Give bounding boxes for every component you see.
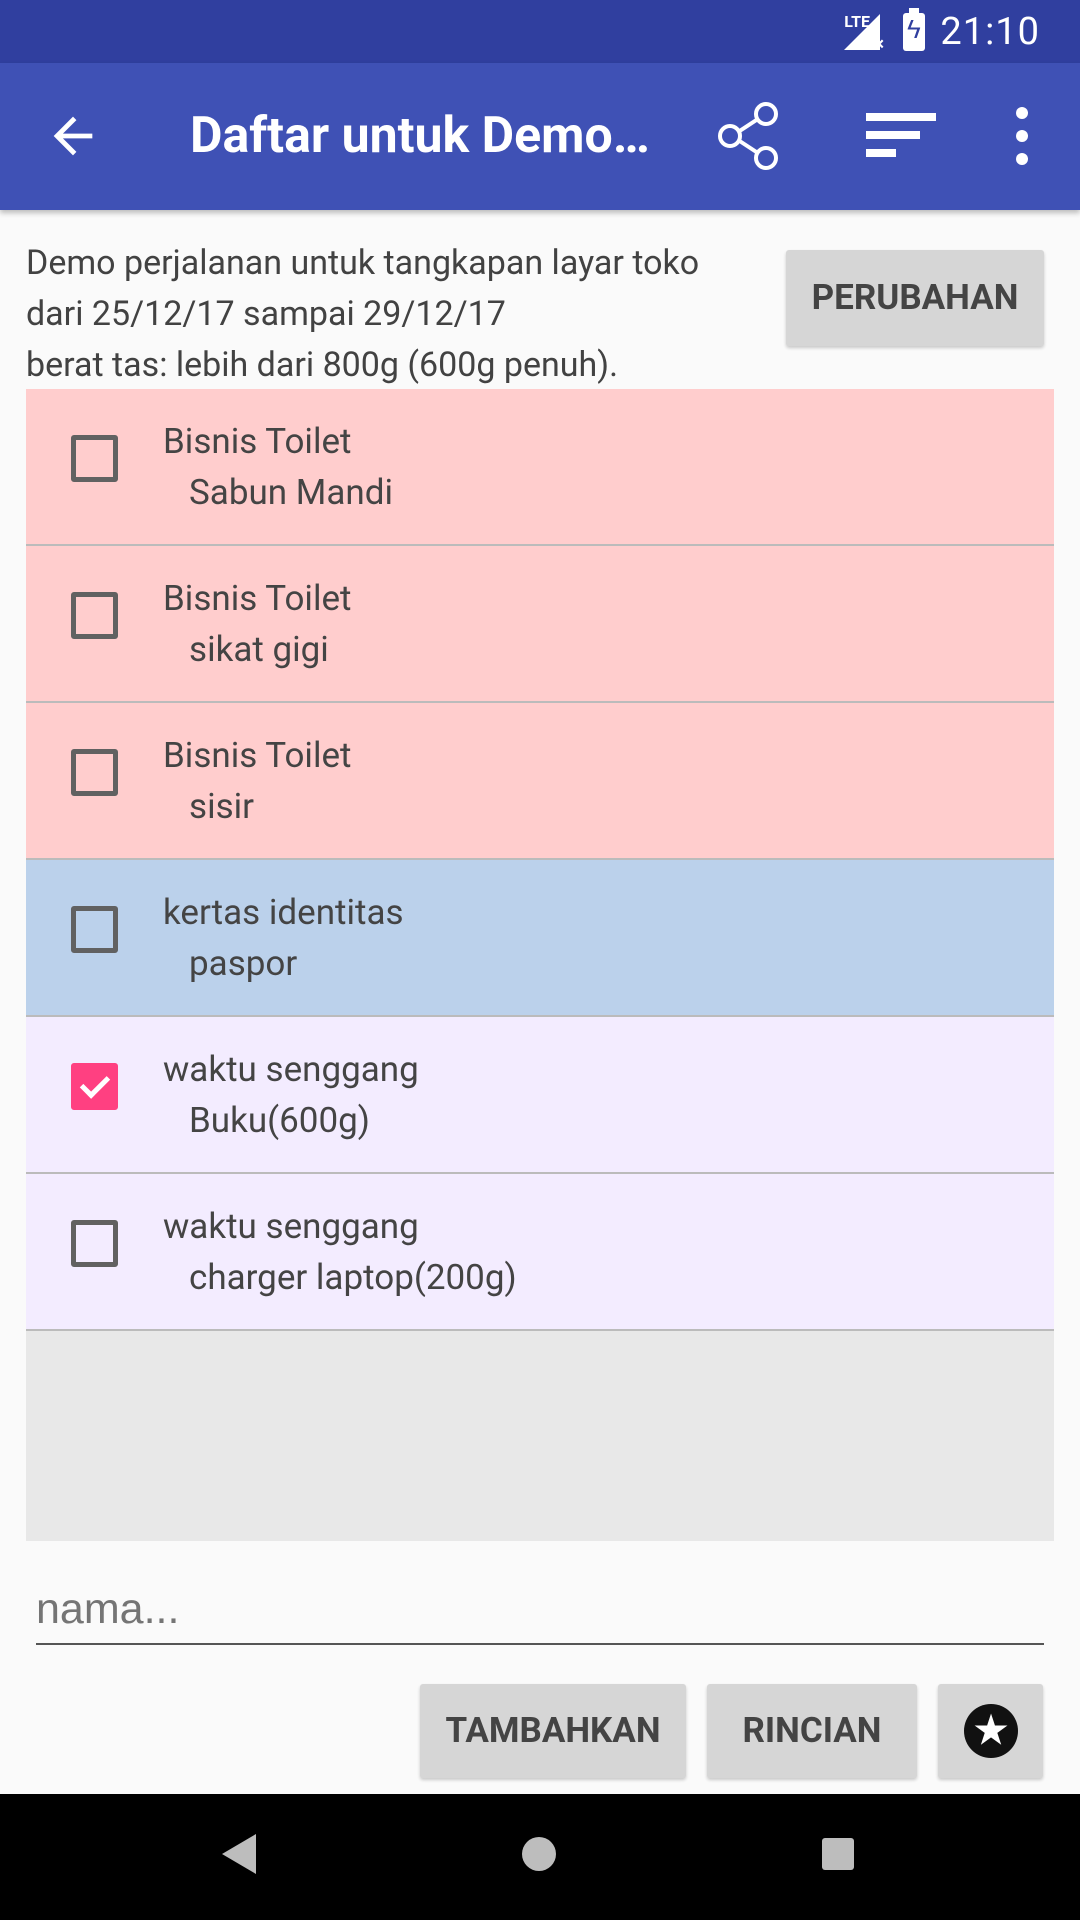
description-line: Demo perjalanan untuk tangkapan layar to… [26, 243, 700, 283]
item-name: Buku(600g) [189, 1100, 370, 1141]
page-title: Daftar untuk Demo perjalanan untuk tangk… [190, 107, 650, 165]
list-item[interactable]: Bisnis Toilet sisir [26, 703, 1054, 860]
add-button[interactable]: TAMBAHKAN [420, 1684, 686, 1778]
details-button[interactable]: RINCIAN [707, 1684, 917, 1778]
item-name: charger laptop(200g) [189, 1257, 517, 1298]
item-checkbox[interactable] [71, 749, 118, 796]
item-checkbox[interactable] [71, 906, 118, 953]
name-input[interactable] [36, 1575, 1044, 1645]
share-icon[interactable] [712, 101, 782, 171]
description-line: dari 25/12/17 sampai 29/12/17 [26, 294, 506, 334]
star-icon: ★ [964, 1704, 1018, 1758]
item-checkbox[interactable] [71, 1220, 118, 1267]
change-button[interactable]: PERUBAHAN [786, 250, 1044, 346]
item-name: sisir [189, 786, 255, 827]
back-arrow-icon[interactable] [44, 107, 102, 165]
battery-charging-icon: ϟ [903, 8, 925, 51]
list-item[interactable]: Bisnis Toilet Sabun Mandi [26, 389, 1054, 546]
item-name: sikat gigi [189, 629, 329, 670]
nav-recents-icon[interactable] [822, 1838, 854, 1870]
nav-home-icon[interactable] [522, 1837, 556, 1871]
nav-back-icon[interactable] [222, 1834, 256, 1874]
sort-icon[interactable] [860, 107, 940, 167]
no-signal-x-icon: × [874, 34, 884, 55]
favorite-button[interactable]: ★ [938, 1684, 1043, 1778]
item-category: Bisnis Toilet [163, 735, 352, 776]
item-checkbox-checked[interactable] [71, 1063, 118, 1110]
list-description: Demo perjalanan untuk tangkapan layar to… [26, 238, 766, 391]
item-category: kertas identitas [163, 892, 404, 933]
list-item[interactable]: kertas identitas paspor [26, 860, 1054, 1017]
description-line: berat tas: lebih dari 800g (600g penuh). [26, 345, 619, 385]
app-bar: Daftar untuk Demo perjalanan untuk tangk… [0, 63, 1080, 210]
packing-list: Bisnis Toilet Sabun Mandi Bisnis Toilet … [26, 389, 1054, 1541]
item-checkbox[interactable] [71, 435, 118, 482]
item-category: Bisnis Toilet [163, 421, 352, 462]
list-item[interactable]: waktu senggang Buku(600g) [26, 1017, 1054, 1174]
item-checkbox[interactable] [71, 592, 118, 639]
more-options-icon[interactable] [1000, 103, 1044, 169]
item-name: Sabun Mandi [189, 472, 393, 513]
list-item[interactable]: waktu senggang charger laptop(200g) [26, 1174, 1054, 1331]
list-item[interactable]: Bisnis Toilet sikat gigi [26, 546, 1054, 703]
item-category: Bisnis Toilet [163, 578, 352, 619]
item-category: waktu senggang [163, 1049, 419, 1090]
status-bar: LTE × ϟ 21:10 [0, 0, 1080, 63]
status-time: 21:10 [940, 10, 1040, 54]
navigation-bar [0, 1794, 1080, 1920]
item-category: waktu senggang [163, 1206, 419, 1247]
item-name: paspor [189, 943, 298, 984]
